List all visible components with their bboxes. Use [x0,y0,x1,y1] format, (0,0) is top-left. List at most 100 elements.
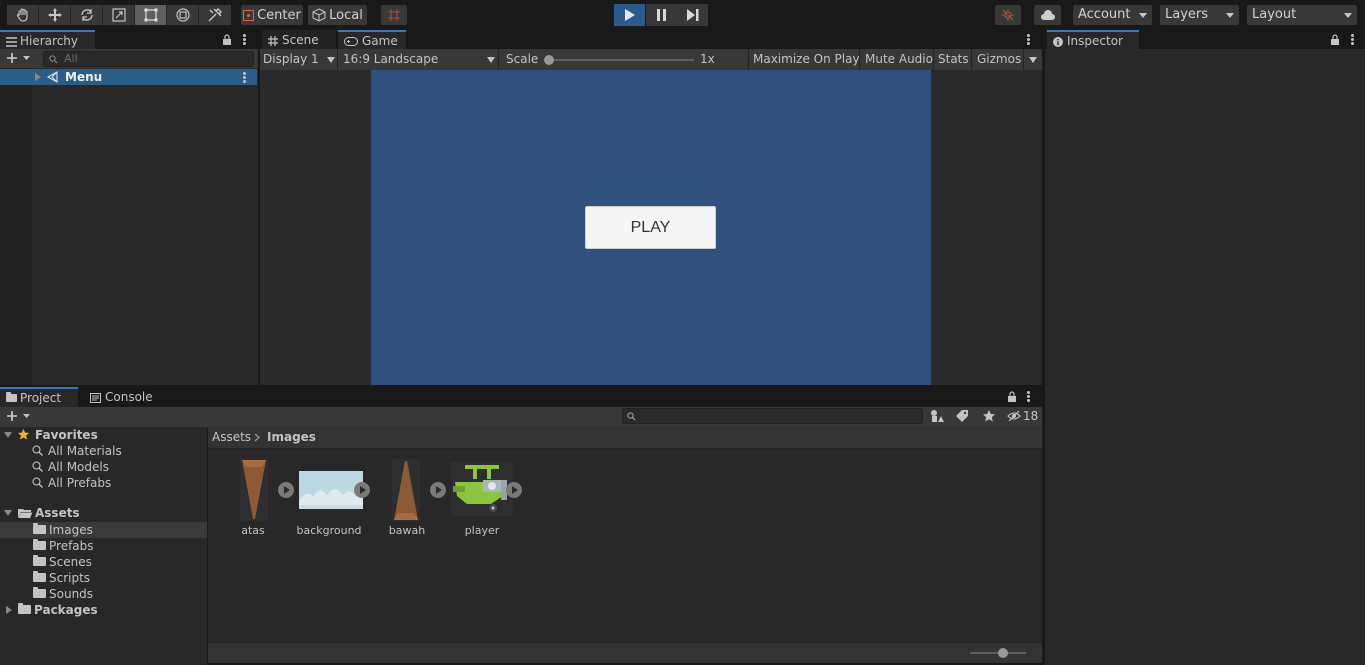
scale-label: Scale [506,52,539,66]
hierarchy-menu-icon[interactable] [243,34,246,45]
pause-button[interactable] [646,4,677,26]
lock-icon[interactable] [1330,34,1340,45]
folder-item-scenes[interactable]: Scenes [33,554,92,570]
scale-tool-icon[interactable] [103,5,135,25]
project-menu-icon[interactable] [1027,391,1030,402]
inspector-menu-icon[interactable] [1351,34,1354,45]
folder-label: Prefabs [49,539,94,553]
lock-icon[interactable] [1007,391,1017,402]
rotate-tool-icon[interactable] [71,5,103,25]
cloud-button[interactable] [1034,5,1061,25]
rect-tool-icon[interactable] [135,5,167,25]
star-icon [17,428,30,440]
display-label: Display 1 [263,52,319,66]
tab-game-label: Game [362,34,398,48]
layers-dropdown[interactable]: Layers [1160,5,1239,25]
folder-icon [33,587,46,598]
folder-icon [18,603,31,614]
scale-value: 1x [700,52,715,66]
layout-label: Layout [1252,7,1297,22]
asset-label: bawah [388,524,426,537]
expand-arrow-icon[interactable] [6,606,12,614]
pivot-mode-button[interactable]: Center [241,5,303,25]
account-dropdown[interactable]: Account [1073,5,1152,25]
layout-dropdown[interactable]: Layout [1247,5,1357,25]
folder-icon [33,523,46,534]
pause-icon [656,9,666,21]
project-search-input[interactable] [622,408,923,424]
aspect-label: 16:9 Landscape [343,52,439,66]
folder-item-images[interactable]: Images [33,522,93,538]
maximize-on-play-toggle[interactable]: Maximize On Play [753,52,860,66]
scene-menu-icon[interactable] [243,72,246,83]
search-icon [49,55,58,64]
hierarchy-search-input[interactable]: All [43,51,254,67]
hierarchy-item-label: Menu [65,70,103,84]
tab-scene[interactable]: Scene [262,30,336,50]
tab-hierarchy[interactable]: Hierarchy [0,30,95,50]
favorites-label[interactable]: Favorites [35,427,98,443]
scale-slider-track[interactable] [548,59,694,61]
folder-label: Sounds [49,587,94,601]
tag-icon[interactable] [955,409,969,423]
filter-type-icon[interactable] [930,409,944,423]
collapse-arrow-icon[interactable] [4,510,12,516]
game-menu-icon[interactable] [1027,34,1030,45]
search-icon [32,461,43,472]
pivot-rotation-button[interactable]: Local [308,5,367,25]
folder-item-sounds[interactable]: Sounds [33,586,93,602]
expand-sprite-icon[interactable] [354,482,370,498]
list-icon [6,36,17,47]
asset-thumb-bawah[interactable] [392,459,420,521]
mute-audio-toggle[interactable]: Mute Audio [865,52,933,66]
breadcrumb-assets[interactable]: Assets [212,430,251,444]
stats-toggle[interactable]: Stats [938,52,969,66]
move-tool-icon[interactable] [39,5,71,25]
assets-label[interactable]: Assets [35,505,80,521]
tab-inspector[interactable]: Inspector [1047,30,1139,50]
star-icon[interactable] [982,409,996,423]
game-play-button[interactable]: PLAY [585,206,716,249]
collab-button[interactable] [995,5,1021,25]
hand-tool-icon[interactable] [7,5,39,25]
folder-row-selected[interactable] [0,522,207,538]
gizmos-dropdown-icon[interactable] [1029,57,1037,63]
breadcrumb-images[interactable]: Images [267,430,316,444]
favorite-item[interactable]: All Models [48,459,109,475]
folder-open-icon [18,509,33,518]
play-button[interactable] [614,4,645,26]
folder-icon [33,571,46,582]
aspect-dropdown[interactable]: 16:9 Landscape [339,49,499,70]
tab-game[interactable]: Game [338,30,406,50]
asset-thumb-atas[interactable] [240,459,268,521]
folder-item-prefabs[interactable]: Prefabs [33,538,94,554]
grid-snap-button[interactable] [381,5,407,25]
cube-icon [312,8,326,22]
expand-arrow-icon[interactable] [35,73,41,81]
gizmos-toggle[interactable]: Gizmos [977,52,1021,66]
asset-thumb-player[interactable] [451,462,513,516]
collapse-arrow-icon[interactable] [4,432,12,438]
display-dropdown[interactable]: Display 1 [260,49,338,70]
favorite-item[interactable]: All Materials [48,443,122,459]
favorite-item[interactable]: All Prefabs [48,475,111,491]
tab-console[interactable]: Console [84,387,164,407]
icon-size-slider-handle[interactable] [998,648,1008,658]
packages-item[interactable]: Packages [18,602,98,618]
custom-tool-icon[interactable] [199,5,231,25]
tab-console-label: Console [105,390,153,404]
expand-sprite-icon[interactable] [430,482,446,498]
expand-sprite-icon[interactable] [506,482,522,498]
scale-slider-handle[interactable] [544,55,554,65]
transform-tool-icon[interactable] [167,5,199,25]
lock-icon[interactable] [222,34,232,45]
step-button[interactable] [677,4,708,26]
divider [748,49,749,70]
add-object-button[interactable] [6,52,30,64]
expand-sprite-icon[interactable] [278,482,294,498]
create-asset-button[interactable] [6,410,30,422]
tab-project[interactable]: Project [0,387,78,407]
folder-item-scripts[interactable]: Scripts [33,570,90,586]
console-icon [90,392,101,403]
search-icon [32,445,43,456]
